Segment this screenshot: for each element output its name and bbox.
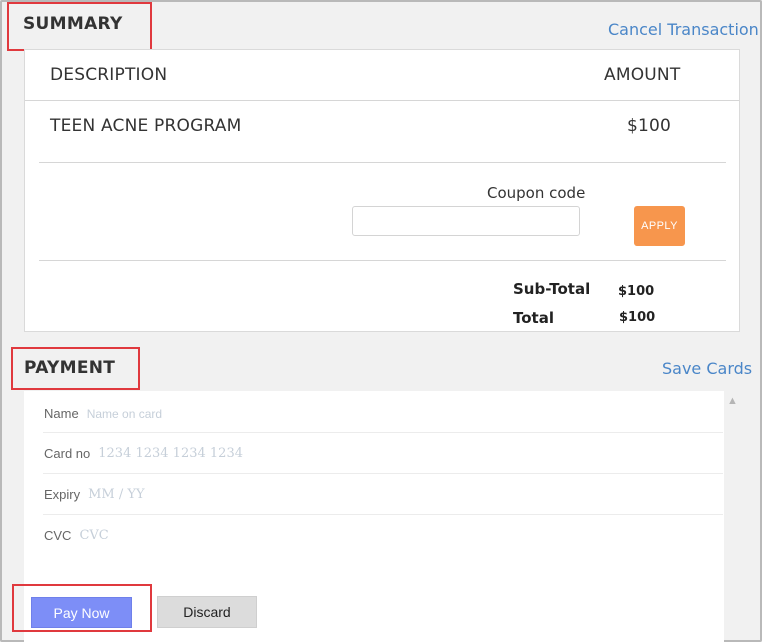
summary-highlight-box [7,2,152,51]
cvc-label: CVC [44,528,72,543]
cvc-row: CVC [24,515,724,556]
name-row: Name [24,393,724,434]
discard-button[interactable]: Discard [157,596,257,628]
expiry-row: Expiry [24,474,724,515]
subtotal-value: $100 [618,284,655,299]
item-description: TEEN ACNE PROGRAM [50,116,242,136]
item-amount: $100 [627,116,672,136]
total-label: Total [513,309,554,327]
card-number-input[interactable] [98,446,399,461]
chevron-up-icon[interactable]: ▲ [727,395,738,407]
expiry-label: Expiry [44,487,81,502]
payment-highlight-box [11,347,140,390]
coupon-input[interactable] [352,206,580,236]
cvc-input[interactable] [79,528,380,543]
apply-button[interactable]: APPLY [634,206,685,246]
summary-card: DESCRIPTION AMOUNT TEEN ACNE PROGRAM $10… [24,49,740,332]
items-divider [39,162,726,163]
card-number-label: Card no [44,446,91,461]
card-number-row: Card no [24,433,724,474]
coupon-divider [39,260,726,261]
description-header: DESCRIPTION [50,65,168,85]
expiry-input[interactable] [88,487,389,502]
total-value: $100 [619,310,656,325]
subtotal-label: Sub-Total [513,280,591,298]
save-cards-link[interactable]: Save Cards [662,359,752,378]
amount-header: AMOUNT [604,65,681,85]
name-input[interactable] [86,406,387,421]
header-divider [25,100,739,101]
cancel-transaction-link[interactable]: Cancel Transaction [608,20,759,39]
coupon-label: Coupon code [487,184,586,202]
pay-now-highlight-box [12,584,152,632]
name-label: Name [44,406,79,421]
